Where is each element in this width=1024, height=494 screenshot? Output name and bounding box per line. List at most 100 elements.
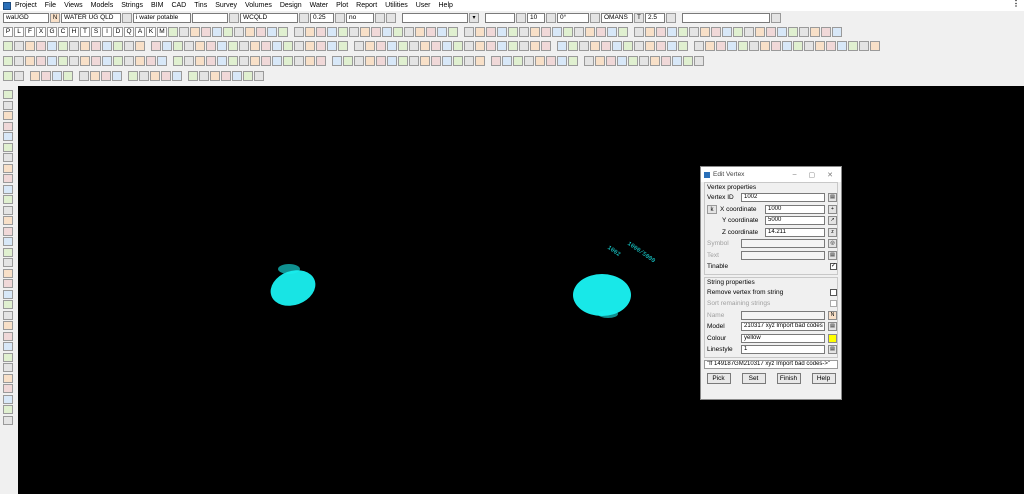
letter-a-button[interactable]: A xyxy=(135,27,145,37)
plan-view-canvas[interactable]: 1002 1000/5000 xyxy=(18,86,1024,494)
cad-tool-icon[interactable] xyxy=(338,41,348,51)
z-field[interactable]: 10 xyxy=(527,13,545,23)
cad-tool-icon[interactable] xyxy=(409,41,419,51)
search-field[interactable] xyxy=(682,13,770,23)
string-tool-icon[interactable] xyxy=(305,27,315,37)
minimize-icon[interactable]: – xyxy=(793,171,797,179)
cad-tool-icon[interactable] xyxy=(228,41,238,51)
edit-tool-icon[interactable] xyxy=(3,310,13,320)
string-tool-icon[interactable] xyxy=(327,27,337,37)
colour-input[interactable]: yellow xyxy=(741,333,825,343)
design-tool-icon[interactable] xyxy=(146,56,156,66)
cad-tool-icon[interactable] xyxy=(261,41,271,51)
design-tool-icon[interactable] xyxy=(672,56,682,66)
cad-tool-icon[interactable] xyxy=(541,41,551,51)
cad-tool-icon[interactable] xyxy=(354,41,364,51)
model-icon[interactable]: N xyxy=(50,13,60,23)
font-icon[interactable]: T xyxy=(634,13,644,23)
design-tool-icon[interactable] xyxy=(135,56,145,66)
colour-swatch[interactable] xyxy=(828,333,837,343)
z-coordinate-input[interactable]: 14.211 xyxy=(765,227,825,237)
menu-cad[interactable]: CAD xyxy=(171,2,186,9)
model-code-field[interactable]: waUGD xyxy=(3,13,49,23)
edit-tool-icon[interactable] xyxy=(3,205,13,215)
design-tool-icon[interactable] xyxy=(502,56,512,66)
cad-tool-icon[interactable] xyxy=(815,41,825,51)
design-tool-icon[interactable] xyxy=(316,56,326,66)
cad-tool-icon[interactable] xyxy=(184,41,194,51)
cad-tool-icon[interactable] xyxy=(826,41,836,51)
cad-tool-icon[interactable] xyxy=(217,41,227,51)
cad-tool-icon[interactable] xyxy=(365,41,375,51)
string-tool-icon[interactable] xyxy=(832,27,842,37)
model-name-field[interactable]: WATER UG QLD xyxy=(61,13,121,23)
menu-utilities[interactable]: Utilities xyxy=(385,2,408,9)
string-tool-icon[interactable] xyxy=(596,27,606,37)
z-icon[interactable] xyxy=(546,13,556,23)
string-tool-icon[interactable] xyxy=(755,27,765,37)
y-coordinate-input[interactable]: 5000 xyxy=(765,216,825,225)
finish-button[interactable]: Finish xyxy=(776,372,801,384)
view-tool-icon[interactable] xyxy=(52,71,62,81)
cad-tool-icon[interactable] xyxy=(69,41,79,51)
design-tool-icon[interactable] xyxy=(184,56,194,66)
letter-t-button[interactable]: T xyxy=(80,27,90,37)
design-tool-icon[interactable] xyxy=(524,56,534,66)
design-tool-icon[interactable] xyxy=(157,56,167,66)
design-tool-icon[interactable] xyxy=(25,56,35,66)
edit-tool-icon[interactable] xyxy=(3,415,13,425)
edit-tool-icon[interactable] xyxy=(3,363,13,372)
cad-tool-icon[interactable] xyxy=(14,41,24,51)
design-tool-icon[interactable] xyxy=(332,56,342,66)
edit-tool-icon[interactable] xyxy=(3,247,13,257)
string-tool-icon[interactable] xyxy=(508,27,518,37)
cad-tool-icon[interactable] xyxy=(58,41,68,51)
cad-tool-icon[interactable] xyxy=(749,41,759,51)
string-tool-icon[interactable] xyxy=(552,27,562,37)
design-tool-icon[interactable] xyxy=(398,56,408,66)
design-tool-icon[interactable] xyxy=(628,56,638,66)
edit-tool-icon[interactable] xyxy=(3,142,13,152)
string-tool-icon[interactable] xyxy=(415,27,425,37)
cad-tool-icon[interactable] xyxy=(387,41,397,51)
string-tool-icon[interactable] xyxy=(574,27,584,37)
name-input[interactable] xyxy=(741,310,825,320)
cad-tool-icon[interactable] xyxy=(239,41,249,51)
model-input[interactable]: 210317 xyz Import bad codes xyxy=(741,322,825,331)
edit-tool-icon[interactable] xyxy=(3,226,13,236)
view-tool-icon[interactable] xyxy=(221,71,231,81)
view-tool-icon[interactable] xyxy=(172,71,182,81)
edit-tool-icon[interactable] xyxy=(3,342,13,351)
string-tool-icon[interactable] xyxy=(278,27,288,37)
design-tool-icon[interactable] xyxy=(102,56,112,66)
set-button[interactable]: Set xyxy=(741,372,766,384)
design-tool-icon[interactable] xyxy=(14,56,24,66)
view-tool-icon[interactable] xyxy=(3,71,13,81)
letter-l-button[interactable]: L xyxy=(14,27,24,37)
string-tool-icon[interactable] xyxy=(179,27,189,37)
cad-tool-icon[interactable] xyxy=(80,41,90,51)
cad-tool-icon[interactable] xyxy=(25,41,35,51)
design-tool-icon[interactable] xyxy=(250,56,260,66)
menu-bim[interactable]: BIM xyxy=(151,2,163,9)
menu-design[interactable]: Design xyxy=(280,2,302,9)
model-list-icon[interactable]: ▤ xyxy=(828,322,837,331)
string-tool-icon[interactable] xyxy=(464,27,474,37)
design-tool-icon[interactable] xyxy=(283,56,293,66)
cad-tool-icon[interactable] xyxy=(135,41,145,51)
cad-tool-icon[interactable] xyxy=(705,41,715,51)
design-tool-icon[interactable] xyxy=(475,56,485,66)
symbol-icon[interactable]: ◎ xyxy=(828,239,837,248)
design-tool-icon[interactable] xyxy=(387,56,397,66)
cad-tool-icon[interactable] xyxy=(3,41,13,51)
sort-strings-checkbox[interactable] xyxy=(830,300,837,307)
menu-plot[interactable]: Plot xyxy=(336,2,348,9)
cad-tool-icon[interactable] xyxy=(316,41,326,51)
edit-tool-icon[interactable] xyxy=(3,163,13,173)
cad-tool-icon[interactable] xyxy=(398,41,408,51)
edit-tool-icon[interactable] xyxy=(3,100,13,110)
string-tool-icon[interactable] xyxy=(744,27,754,37)
string-tool-icon[interactable] xyxy=(371,27,381,37)
design-tool-icon[interactable] xyxy=(694,56,704,66)
target-icon[interactable] xyxy=(516,13,526,23)
